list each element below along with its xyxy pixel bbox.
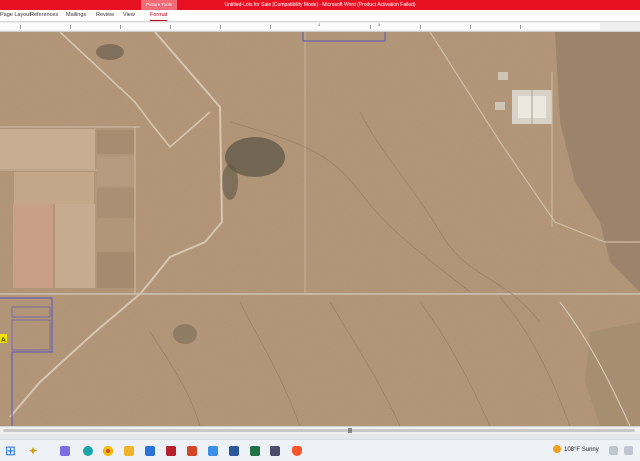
vegetation-patch bbox=[222, 164, 238, 200]
farm-field bbox=[97, 252, 135, 288]
structure bbox=[495, 102, 505, 110]
tray-icon[interactable] bbox=[624, 446, 633, 455]
ruler-tick bbox=[20, 25, 21, 29]
taskbar: ⊞ ✦ 108°F Sunny bbox=[0, 439, 640, 461]
scrollbar-thumb[interactable] bbox=[3, 429, 635, 432]
ruler-tick bbox=[220, 25, 221, 29]
farm-field bbox=[97, 220, 135, 250]
aerial-map-image[interactable]: A bbox=[0, 32, 640, 426]
ruler-tick bbox=[120, 25, 121, 29]
scrollbar-grip-icon bbox=[348, 428, 352, 433]
copilot-icon[interactable] bbox=[60, 446, 70, 456]
location-marker-label: A bbox=[1, 337, 6, 344]
weather-widget[interactable]: 108°F Sunny bbox=[553, 444, 599, 457]
farm-field bbox=[55, 204, 95, 288]
ribbon-tab-bar: Page Layout References Mailings Review V… bbox=[0, 10, 640, 22]
tab-page-layout[interactable]: Page Layout bbox=[0, 10, 31, 21]
chrome-icon[interactable] bbox=[103, 446, 113, 456]
edge-icon[interactable] bbox=[83, 446, 93, 456]
ruler-tick bbox=[520, 25, 521, 29]
farm-field bbox=[0, 129, 95, 169]
photos-icon[interactable] bbox=[208, 446, 218, 456]
vegetation-patch bbox=[96, 44, 124, 60]
access-icon[interactable] bbox=[166, 446, 176, 456]
farm-field bbox=[97, 130, 135, 154]
vegetation-patch bbox=[173, 324, 197, 344]
picture-tools-group: Picture Tools bbox=[141, 0, 177, 10]
ruler-tick bbox=[420, 25, 421, 29]
powerpoint-icon[interactable] bbox=[187, 446, 197, 456]
excel-icon[interactable] bbox=[250, 446, 260, 456]
ruler-number: 4 bbox=[318, 22, 321, 27]
media-icon[interactable] bbox=[270, 446, 280, 456]
tab-review[interactable]: Review bbox=[96, 10, 114, 21]
file-explorer-icon[interactable] bbox=[124, 446, 134, 456]
ruler-tick bbox=[70, 25, 71, 29]
farm-field bbox=[13, 204, 53, 288]
tray-icon[interactable] bbox=[609, 446, 618, 455]
weather-temperature: 108°F bbox=[564, 447, 581, 453]
ruler-tick bbox=[470, 25, 471, 29]
tab-view[interactable]: View bbox=[123, 10, 135, 21]
word-icon[interactable] bbox=[229, 446, 239, 456]
document-area[interactable]: A bbox=[0, 32, 640, 426]
title-bar: Untitled-Lots for Sale [Compatibility Mo… bbox=[0, 0, 640, 10]
horizontal-ruler[interactable]: 4 5 bbox=[0, 22, 640, 32]
window-title: Untitled-Lots for Sale [Compatibility Mo… bbox=[224, 2, 416, 8]
structure bbox=[498, 72, 508, 80]
ruler-number: 5 bbox=[378, 22, 381, 27]
tab-mailings[interactable]: Mailings bbox=[66, 10, 86, 21]
brave-icon[interactable] bbox=[292, 446, 302, 456]
tab-format[interactable]: Format bbox=[150, 10, 168, 21]
ruler-tick bbox=[370, 25, 371, 29]
weather-condition: Sunny bbox=[581, 447, 599, 453]
ruler-text-area bbox=[0, 23, 600, 30]
search-icon[interactable]: ✦ bbox=[28, 445, 38, 457]
store-icon[interactable] bbox=[145, 446, 155, 456]
farm-field bbox=[14, 172, 94, 204]
ruler-tick bbox=[170, 25, 171, 29]
sun-icon bbox=[553, 445, 561, 454]
farm-field bbox=[97, 156, 135, 186]
tab-references[interactable]: References bbox=[30, 10, 58, 21]
windows-start-icon[interactable]: ⊞ bbox=[5, 443, 16, 458]
ruler-tick bbox=[270, 25, 271, 29]
farm-field bbox=[97, 188, 135, 218]
